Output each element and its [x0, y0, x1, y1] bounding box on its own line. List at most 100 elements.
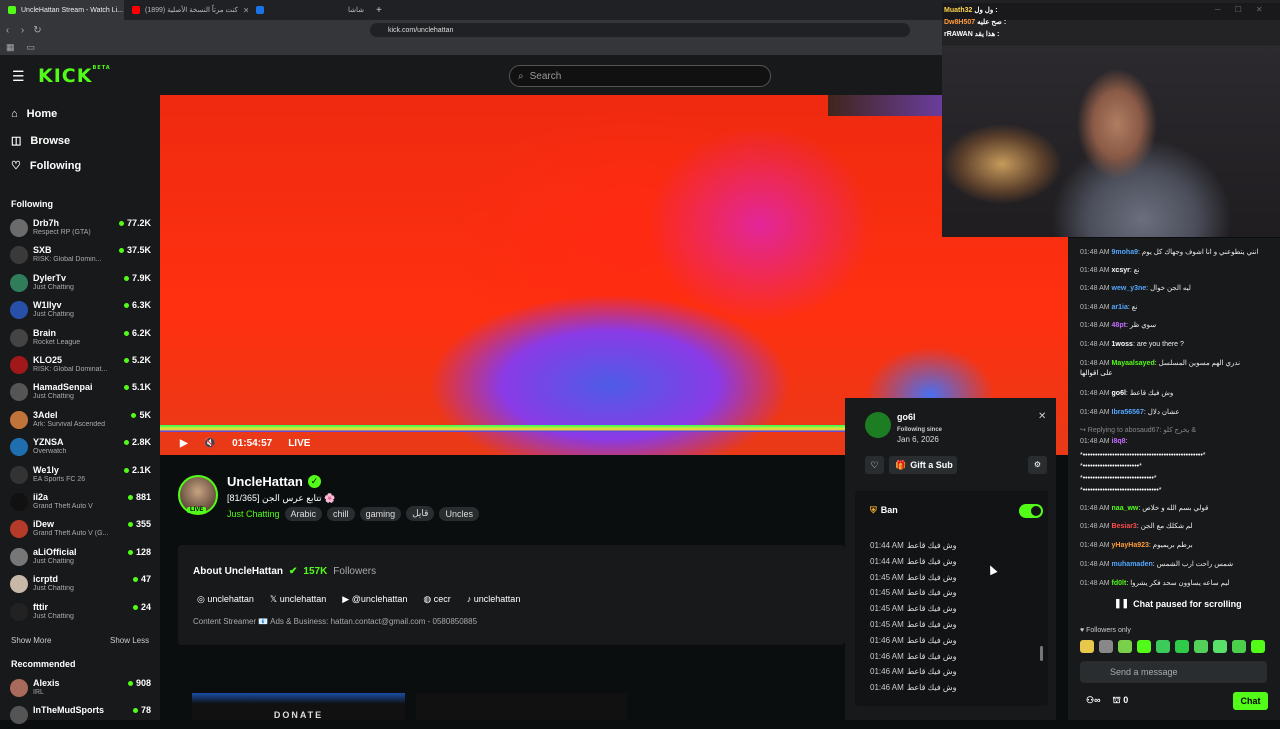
folder-icon[interactable]: ▭	[27, 42, 36, 53]
gift-sub-button[interactable]: 🎁 Gift a Sub	[889, 456, 957, 474]
emote-icon[interactable]	[1175, 640, 1189, 653]
emote-icon[interactable]	[1156, 640, 1170, 653]
chat-message[interactable]: 01:48 AM go6l: وش فيك قاعط	[1080, 389, 1270, 398]
chat-message[interactable]: ↪ Replying to abosaud67: يخرج كلو &	[1080, 426, 1270, 435]
avatar	[10, 356, 28, 374]
sidebar-channel-ii2a[interactable]: ii2a Grand Theft Auto V 881	[10, 490, 151, 516]
sidebar-channel-aliofficial[interactable]: aLiOfficial Just Chatting 128	[10, 545, 151, 571]
tag-chip[interactable]: gaming	[359, 506, 402, 521]
sidebar-channel-inthemudsports[interactable]: InTheMudSports 78	[10, 703, 151, 729]
followers-count: 157K	[303, 566, 328, 577]
close-icon[interactable]: ✕	[1038, 411, 1046, 422]
chat-message[interactable]: 01:48 AM muhamaden: شمس راحت ارب الشمس	[1080, 560, 1270, 569]
tag-chip[interactable]: Arabic	[284, 506, 323, 521]
sidebar-channel-idew[interactable]: iDew Grand Theft Auto V (G... 355	[10, 517, 151, 543]
social-link[interactable]: ▶ @unclehattan	[342, 594, 407, 605]
emote-icon[interactable]	[1194, 640, 1208, 653]
tab-youtube[interactable]: (1899) كنت مرتاً النسخة الأصلية ✕	[124, 0, 248, 20]
channel-points-icon[interactable]: ⚇∞	[1086, 695, 1100, 707]
chat-message[interactable]: على اقوالها	[1080, 369, 1270, 378]
show-less-link[interactable]: Show Less	[110, 636, 149, 645]
chat-message[interactable]: *•••••••••••••••••••••••••••••*	[1080, 474, 1270, 483]
chat-input[interactable]: Send a message	[1080, 661, 1267, 683]
chat-message[interactable]: 01:48 AM yHayHa923: برطم بريميوم	[1080, 541, 1270, 550]
ban-toggle[interactable]	[1019, 504, 1043, 518]
chat-message[interactable]: 01:48 AM Mayaalsayed: ندري الهم مسوين ال…	[1080, 359, 1270, 368]
chat-paused-banner[interactable]: ❚❚ Chat paused for scrolling	[1108, 596, 1248, 611]
tab-unclehattan[interactable]: UncleHattan Stream - Watch Li... ✕	[0, 0, 124, 20]
follow-heart-button[interactable]: ♡	[865, 456, 884, 474]
play-icon[interactable]: ▶	[180, 438, 188, 449]
panel-image[interactable]	[416, 693, 627, 720]
chat-message[interactable]: 01:48 AM 48pt: سوي ظر	[1080, 321, 1270, 330]
sidebar-channel-yznsa[interactable]: YZNSA Overwatch 2.8K	[10, 435, 151, 461]
emote-icon[interactable]	[1118, 640, 1132, 653]
nav-browse[interactable]: ◫ Browse	[11, 134, 70, 148]
emote-icon[interactable]	[1137, 640, 1151, 653]
search-input[interactable]: ⌕ Search	[509, 65, 771, 87]
kick-logo[interactable]: KICKBETA	[38, 65, 111, 87]
sidebar-channel-we1ly[interactable]: We1ly EA Sports FC 26 2.1K	[10, 463, 151, 489]
category-link[interactable]: Just Chatting	[227, 509, 280, 519]
sidebar-channel-drb7h[interactable]: Drb7h Respect RP (GTA) 77.2K	[10, 216, 151, 242]
popup-username[interactable]: go6l	[897, 412, 916, 422]
new-tab-button[interactable]: +	[376, 5, 382, 16]
sidebar-channel-hamadsenpai[interactable]: HamadSenpai Just Chatting 5.1K	[10, 380, 151, 406]
about-title: About UncleHattan ✔ 157K Followers	[193, 566, 377, 577]
menu-icon[interactable]: ☰	[12, 68, 25, 85]
avatar	[10, 219, 28, 237]
chat-send-button[interactable]: Chat	[1233, 692, 1268, 710]
social-link[interactable]: ◍ cecr	[423, 594, 450, 605]
scrollbar[interactable]	[1040, 646, 1043, 661]
tag-chip[interactable]: Uncles	[439, 506, 479, 521]
chat-message[interactable]: 01:48 AM 9moha9: انني يتطوعني و انا اشوف…	[1080, 248, 1270, 257]
sidebar-channel-dylertv[interactable]: DylerTv Just Chatting 7.9K	[10, 271, 151, 297]
channel-name[interactable]: UncleHattan	[227, 474, 303, 489]
nav-home[interactable]: ⌂ Home	[11, 108, 57, 120]
emote-icon[interactable]	[1080, 640, 1094, 653]
apps-icon[interactable]: ▦	[6, 42, 15, 53]
social-link[interactable]: ♪ unclehattan	[467, 594, 521, 605]
reload-icon[interactable]: ↻	[30, 25, 45, 36]
avatar	[10, 410, 28, 429]
emote-icon[interactable]	[1232, 640, 1246, 653]
gift-icon[interactable]: ⛫ 0	[1112, 695, 1128, 707]
emote-icon[interactable]	[1213, 640, 1227, 653]
sidebar-channel-klo25[interactable]: KLO25 RISK: Global Dominat... 5.2K	[10, 353, 151, 379]
sidebar-channel-3adel[interactable]: 3Adel Ark: Survival Ascended 5K	[10, 408, 151, 434]
mod-action-button[interactable]: ⚙	[1028, 456, 1047, 474]
chat-message[interactable]: *•••••••••••••••••••••••••••••••••••••••…	[1080, 451, 1270, 460]
chat-message[interactable]: *•••••••••••••••••••••••••••••••*	[1080, 486, 1270, 495]
sidebar-channel-fttir[interactable]: fttir Just Chatting 24	[10, 600, 151, 626]
chat-message[interactable]: *•••••••••••••••••••••••*	[1080, 462, 1270, 471]
sidebar-channel-brain[interactable]: Brain Rocket League 6.2K	[10, 326, 151, 352]
emote-icon[interactable]	[1099, 640, 1113, 653]
donate-banner[interactable]: DONATE	[192, 693, 405, 720]
url-field[interactable]: kick.com/unclehattan	[370, 23, 910, 37]
nav-following[interactable]: ♡ Following	[11, 159, 81, 173]
chat-message[interactable]: 01:48 AM Ibra56567: عشان دلال	[1080, 408, 1270, 417]
forward-icon[interactable]: ›	[15, 25, 30, 36]
chat-message[interactable]: 01:48 AM naa_ww: قولي بسم الله و خلاص	[1080, 504, 1270, 513]
chat-message[interactable]: 01:48 AM fd0lt: ليم ساعه يساوون سحد فكر …	[1080, 579, 1270, 588]
mute-icon[interactable]: 🔇	[204, 438, 216, 449]
chat-message[interactable]: 01:48 AM Besiar3: لم شكلك مع الجن	[1080, 522, 1270, 531]
sidebar-channel-sxb[interactable]: SXB RISK: Global Domin... 37.5K	[10, 243, 151, 269]
tag-chip[interactable]: chill	[327, 506, 355, 521]
tab-third[interactable]: شاشا	[248, 0, 372, 20]
back-icon[interactable]: ‹	[0, 25, 15, 36]
social-link[interactable]: ◎ unclehattan	[197, 594, 254, 605]
show-more-link[interactable]: Show More	[11, 636, 51, 645]
sidebar-channel-icrptd[interactable]: icrptd Just Chatting 47	[10, 572, 151, 598]
sidebar-channel-w1llyv[interactable]: W1llyv Just Chatting 6.3K	[10, 298, 151, 324]
video-glitch-bar	[160, 425, 845, 432]
tag-chip[interactable]: قايل	[406, 506, 435, 521]
chat-message[interactable]: 01:48 AM ar1ia: نع	[1080, 303, 1270, 312]
chat-message[interactable]: 01:48 AM xcsyr: نع	[1080, 266, 1270, 275]
emote-icon[interactable]	[1251, 640, 1265, 653]
chat-message[interactable]: 01:48 AM i8q8:	[1080, 437, 1270, 446]
chat-message[interactable]: 01:48 AM 1woss: are you there ?	[1080, 340, 1270, 349]
chat-message[interactable]: 01:48 AM wew_y3ne: ليه الجن خوال	[1080, 284, 1270, 293]
sidebar-channel-alexis[interactable]: Alexis IRL 908	[10, 676, 151, 702]
social-link[interactable]: 𝕏 unclehattan	[270, 594, 326, 605]
